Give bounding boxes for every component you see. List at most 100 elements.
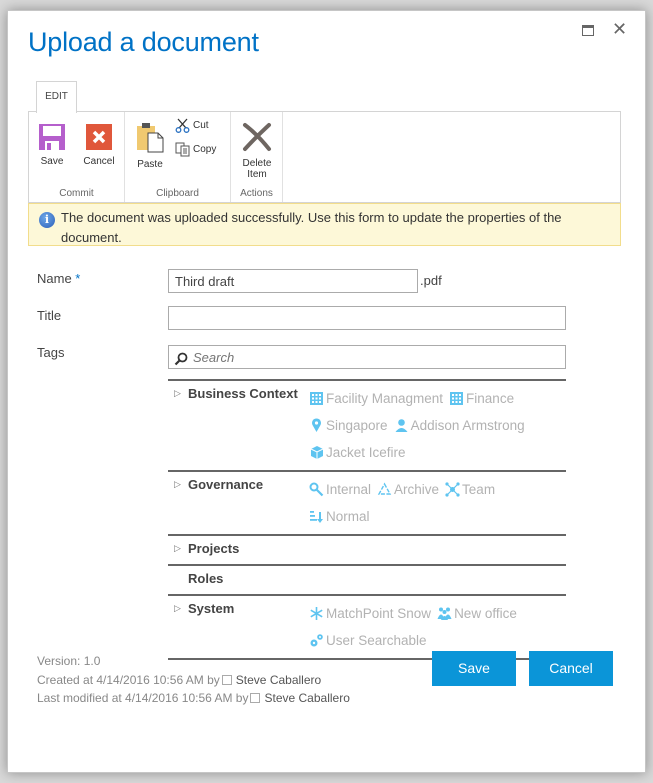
taxonomy-group-header[interactable]: Roles — [174, 571, 223, 586]
created-text: Created at 4/14/2016 10:56 AM by — [37, 673, 220, 687]
taxonomy-term[interactable]: Singapore — [309, 412, 388, 439]
taxonomy-term[interactable]: New office — [437, 600, 517, 627]
paste-icon — [137, 123, 164, 153]
taxonomy-group-header[interactable]: ▷ Business Context — [174, 386, 298, 401]
taxonomy-group: Roles — [168, 564, 566, 594]
ribbon-group-clipboard: Paste Cut Copy Clipboard — [125, 112, 231, 202]
ribbon-delete-item-button[interactable]: Delete Item — [239, 122, 275, 180]
cancel-label: Cancel — [83, 156, 115, 167]
name-input[interactable] — [168, 269, 418, 293]
taxonomy-group: ▷ Governance Internal Archive Team Normal — [168, 470, 566, 534]
product-box-icon — [310, 446, 324, 459]
taxonomy-term-label: User Searchable — [326, 633, 427, 648]
expand-triangle-icon[interactable]: ▷ — [174, 603, 182, 614]
taxonomy-term-label: New office — [454, 606, 517, 621]
delete-label-line2: Item — [247, 169, 267, 180]
taxonomy-term[interactable]: Team — [445, 476, 495, 503]
version-text: Version: 1.0 — [37, 654, 101, 668]
delete-icon — [243, 123, 271, 151]
tab-edit[interactable]: EDIT — [36, 81, 77, 113]
taxonomy-term-label: Facility Managment — [326, 391, 444, 406]
taxonomy-term-label: MatchPoint Snow — [326, 606, 432, 621]
taxonomy-group-name: Roles — [188, 571, 224, 586]
save-button[interactable]: Save — [432, 651, 516, 686]
building-icon — [450, 392, 464, 405]
ribbon-save-button[interactable]: Save — [39, 124, 65, 167]
group-label-actions: Actions — [240, 188, 273, 199]
taxonomy-term[interactable]: Facility Managment — [309, 385, 443, 412]
taxonomy-term[interactable]: User Searchable — [309, 627, 427, 654]
info-icon: i — [39, 212, 55, 228]
cancel-button[interactable]: Cancel — [529, 651, 613, 686]
close-icon[interactable]: ✕ — [612, 19, 627, 40]
group-icon — [437, 607, 452, 620]
save-label: Save — [40, 156, 64, 167]
created-info: Created at 4/14/2016 10:56 AM by Steve Ca… — [37, 673, 321, 687]
tags-label: Tags — [37, 345, 65, 360]
ribbon: Save Cancel Commit Paste Cut Copy Clipbo… — [28, 111, 621, 203]
taxonomy-term[interactable]: Archive — [377, 476, 439, 503]
person-icon — [395, 419, 408, 432]
paste-label: Paste — [137, 159, 163, 170]
expand-triangle-icon[interactable]: ▷ — [174, 479, 182, 490]
building-icon — [310, 392, 323, 405]
ribbon-paste-button[interactable]: Paste — [135, 121, 165, 170]
taxonomy-term-label: Internal — [326, 482, 372, 497]
ribbon-cut-button[interactable]: Cut — [175, 118, 209, 133]
modified-text: Last modified at 4/14/2016 10:56 AM by — [37, 691, 249, 705]
snowflake-icon — [310, 607, 323, 620]
title-input[interactable] — [168, 306, 566, 330]
presence-icon — [250, 693, 261, 703]
taxonomy-terms — [309, 540, 559, 560]
taxonomy-term[interactable]: Addison Armstrong — [394, 412, 525, 439]
taxonomy-term-label: Singapore — [326, 418, 388, 433]
taxonomy-group-name: Projects — [188, 541, 240, 556]
info-message: The document was uploaded successfully. … — [61, 210, 562, 245]
cut-label: Cut — [193, 120, 209, 131]
delete-label-line1: Delete — [242, 158, 272, 169]
ribbon-copy-button[interactable]: Copy — [175, 142, 216, 157]
tags-search-input[interactable] — [168, 345, 566, 369]
file-extension: .pdf — [420, 273, 442, 288]
title-label: Title — [37, 308, 62, 323]
taxonomy-term[interactable]: MatchPoint Snow — [309, 600, 431, 627]
ribbon-group-commit: Save Cancel Commit — [29, 112, 125, 202]
taxonomy-term-label: Archive — [394, 482, 440, 497]
expand-triangle-icon[interactable]: ▷ — [174, 543, 182, 554]
expand-triangle-icon[interactable]: ▷ — [174, 388, 182, 399]
maximize-icon[interactable] — [582, 25, 594, 36]
taxonomy-group-header[interactable]: ▷ Governance — [174, 477, 263, 492]
save-icon — [39, 124, 65, 150]
taxonomy-term-label: Team — [462, 482, 496, 497]
search-icon — [174, 352, 188, 366]
taxonomy-group-name: System — [188, 601, 235, 616]
modified-info: Last modified at 4/14/2016 10:56 AM by St… — [37, 691, 350, 705]
taxonomy-group-name: Governance — [188, 477, 264, 492]
upload-dialog: Upload a document ✕ EDIT Save Cancel Com… — [7, 10, 646, 773]
ribbon-cancel-button[interactable]: Cancel — [79, 124, 119, 167]
created-by-user[interactable]: Steve Caballero — [236, 673, 321, 687]
cancel-icon — [86, 124, 112, 150]
taxonomy-terms — [309, 570, 559, 590]
taxonomy-term[interactable]: Internal — [309, 476, 371, 503]
copy-label: Copy — [193, 144, 217, 155]
taxonomy-term[interactable]: Jacket Icefire — [309, 439, 406, 466]
taxonomy-term-label: Finance — [466, 391, 515, 406]
network-icon — [445, 482, 460, 497]
info-bar: i The document was uploaded successfully… — [28, 203, 621, 246]
copy-icon — [175, 142, 190, 157]
recycle-icon — [377, 482, 392, 495]
taxonomy-terms: Facility Managment Finance Singapore Addiso… — [309, 385, 559, 466]
taxonomy-terms: Internal Archive Team Normal — [309, 476, 559, 530]
name-label-text: Name — [37, 271, 72, 286]
required-marker: * — [71, 271, 81, 286]
taxonomy-group: ▷ Business Context Facility Managment Finan… — [168, 379, 566, 470]
taxonomy-term[interactable]: Finance — [449, 385, 514, 412]
taxonomy-group-header[interactable]: ▷ Projects — [174, 541, 239, 556]
taxonomy-group-name: Business Context — [188, 386, 298, 401]
page-title: Upload a document — [28, 27, 259, 57]
modified-by-user[interactable]: Steve Caballero — [264, 691, 349, 705]
taxonomy-group-header[interactable]: ▷ System — [174, 601, 234, 616]
taxonomy-group: ▷ Projects — [168, 534, 566, 564]
taxonomy-term[interactable]: Normal — [309, 503, 370, 530]
